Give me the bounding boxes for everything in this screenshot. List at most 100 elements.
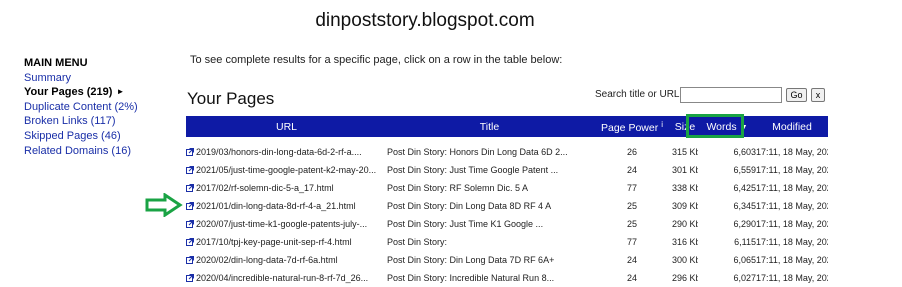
menu-item-broken-links[interactable]: Broken Links (117) — [24, 114, 138, 129]
page-power-cell: 77 — [626, 183, 637, 193]
menu-item-summary[interactable]: Summary — [24, 71, 138, 86]
title-cell: Post Din Story: RF Solemn Dic. 5 A — [387, 183, 529, 193]
modified-cell: 17:11, 18 May, 2025 — [756, 147, 828, 157]
modified-cell: 17:11, 18 May, 2025 — [756, 273, 828, 283]
external-link-icon[interactable] — [186, 274, 194, 282]
table-row[interactable]: 2021/01/din-long-data-8d-rf-4-a_21.html P… — [186, 197, 828, 215]
page-power-cell: 25 — [626, 201, 637, 211]
menu-item-label: Summary — [24, 71, 72, 84]
site-title: dinpoststory.blogspot.com — [315, 10, 535, 31]
external-link-icon[interactable] — [186, 220, 194, 228]
info-icon[interactable]: i — [661, 120, 663, 129]
size-cell: 338 Kb — [672, 183, 698, 193]
table-header-row: URL Title Page Power i Size Words ▼ Modifi… — [186, 116, 828, 137]
url-cell[interactable]: 2017/10/tpj-key-page-unit-sep-rf-4.html — [186, 233, 387, 251]
words-label: Words — [706, 120, 737, 133]
size-cell: 301 Kb — [672, 165, 698, 175]
url-text: 2020/04/incredible-natural-run-8-rf-7d_2… — [196, 273, 369, 283]
external-link-icon[interactable] — [186, 184, 194, 192]
page-power-cell: 24 — [626, 255, 637, 265]
column-header-url[interactable]: URL — [186, 116, 387, 137]
url-text: 2020/07/just-time-k1-google-patents-july… — [196, 219, 368, 229]
url-text: 2017/10/tpj-key-page-unit-sep-rf-4.html — [196, 237, 352, 247]
external-link-icon[interactable] — [186, 148, 194, 156]
menu-item-label: Broken Links (117) — [24, 115, 116, 128]
modified-cell: 17:11, 18 May, 2025 — [756, 255, 828, 265]
modified-cell: 17:11, 18 May, 2025 — [756, 219, 828, 229]
external-link-icon[interactable] — [186, 238, 194, 246]
words-cell: 6,115 — [734, 237, 756, 247]
page-power-cell: 24 — [626, 273, 637, 283]
search-input[interactable] — [680, 87, 782, 103]
size-cell: 309 Kb — [672, 201, 698, 211]
menu-item-related-domains[interactable]: Related Domains (16) — [24, 144, 138, 159]
page-power-cell: 24 — [626, 165, 637, 175]
menu-item-label: Skipped Pages (46) — [24, 129, 121, 142]
url-cell[interactable]: 2019/03/honors-din-long-data-6d-2-rf-a..… — [186, 137, 387, 161]
external-link-icon[interactable] — [186, 202, 194, 210]
triangle-right-icon: ► — [116, 87, 125, 97]
size-cell: 316 Kb — [672, 237, 698, 247]
modified-cell: 17:11, 18 May, 2025 — [756, 201, 828, 211]
title-cell: Post Din Story: Just Time K1 Google ... — [387, 219, 544, 229]
size-cell: 315 Kb — [672, 147, 698, 157]
words-cell: 6,290 — [733, 219, 756, 229]
words-cell: 6,345 — [733, 201, 756, 211]
table-row[interactable]: 2020/02/din-long-data-7d-rf-6a.html Post … — [186, 251, 828, 269]
main-menu: MAIN MENU Summary Your Pages (219) ► Dupl… — [24, 56, 138, 158]
url-text: 2021/01/din-long-data-8d-rf-4-a_21.html — [196, 201, 356, 211]
url-cell[interactable]: 2017/02/rf-solemn-dic-5-a_17.html — [186, 179, 387, 197]
url-cell[interactable]: 2020/02/din-long-data-7d-rf-6a.html — [186, 251, 387, 269]
menu-item-duplicate-content[interactable]: Duplicate Content (2%) — [24, 100, 138, 115]
size-cell: 296 Kb — [672, 273, 698, 283]
pages-table: URL Title Page Power i Size Words ▼ Modifi… — [186, 116, 828, 287]
url-cell[interactable]: 2021/01/din-long-data-8d-rf-4-a_21.html — [186, 197, 387, 215]
external-link-icon[interactable] — [186, 166, 194, 174]
title-cell: Post Din Story: — [387, 237, 448, 247]
url-text: 2019/03/honors-din-long-data-6d-2-rf-a..… — [196, 147, 362, 157]
search-label: Search title or URL — [595, 89, 680, 100]
sort-down-icon: ▼ — [740, 123, 748, 131]
column-header-size[interactable]: Size — [672, 116, 698, 137]
column-header-words[interactable]: Words ▼ — [698, 116, 756, 137]
words-cell: 6,027 — [733, 273, 756, 283]
size-cell: 300 Kb — [672, 255, 698, 265]
title-cell: Post Din Story: Din Long Data 8D RF 4 A — [387, 201, 552, 211]
words-cell: 6,065 — [733, 255, 756, 265]
menu-item-your-pages[interactable]: Your Pages (219) ► — [24, 85, 138, 100]
modified-cell: 17:11, 18 May, 2025 — [756, 183, 828, 193]
external-link-icon[interactable] — [186, 256, 194, 264]
url-text: 2021/05/just-time-google-patent-k2-may-2… — [196, 165, 377, 175]
menu-item-label: Related Domains (16) — [24, 144, 131, 157]
url-cell[interactable]: 2020/07/just-time-k1-google-patents-july… — [186, 215, 387, 233]
page-power-cell: 25 — [626, 219, 637, 229]
table-row[interactable]: 2017/10/tpj-key-page-unit-sep-rf-4.html P… — [186, 233, 828, 251]
table-row[interactable]: 2020/07/just-time-k1-google-patents-july… — [186, 215, 828, 233]
words-cell: 6,559 — [733, 165, 756, 175]
url-cell[interactable]: 2020/04/incredible-natural-run-8-rf-7d_2… — [186, 269, 387, 287]
table-row[interactable]: 2021/05/just-time-google-patent-k2-may-2… — [186, 161, 828, 179]
title-cell: Post Din Story: Honors Din Long Data 6D … — [387, 147, 568, 157]
table-row[interactable]: 2019/03/honors-din-long-data-6d-2-rf-a..… — [186, 137, 828, 161]
url-text: 2017/02/rf-solemn-dic-5-a_17.html — [196, 183, 334, 193]
page-power-label: Page Power — [601, 121, 659, 134]
url-cell[interactable]: 2021/05/just-time-google-patent-k2-may-2… — [186, 161, 387, 179]
go-button[interactable]: Go — [786, 88, 807, 102]
url-text: 2020/02/din-long-data-7d-rf-6a.html — [196, 255, 338, 265]
table-row[interactable]: 2017/02/rf-solemn-dic-5-a_17.html Post Di… — [186, 179, 828, 197]
words-cell: 6,425 — [733, 183, 756, 193]
size-cell: 290 Kb — [672, 219, 698, 229]
menu-heading: MAIN MENU — [24, 57, 88, 69]
clear-search-button[interactable]: x — [811, 88, 825, 102]
column-header-page-power[interactable]: Page Power i — [592, 116, 672, 137]
column-header-title[interactable]: Title — [387, 116, 592, 137]
instruction-text: To see complete results for a specific p… — [190, 54, 563, 66]
menu-item-skipped-pages[interactable]: Skipped Pages (46) — [24, 129, 138, 144]
menu-item-label: Your Pages (219) — [24, 86, 113, 99]
column-header-modified[interactable]: Modified — [756, 116, 828, 137]
modified-cell: 17:11, 18 May, 2025 — [756, 165, 828, 175]
table-row[interactable]: 2020/04/incredible-natural-run-8-rf-7d_2… — [186, 269, 828, 287]
title-cell: Post Din Story: Just Time Google Patent … — [387, 165, 559, 175]
title-cell: Post Din Story: Din Long Data 7D RF 6A+ — [387, 255, 555, 265]
menu-item-label: Duplicate Content (2%) — [24, 100, 138, 113]
